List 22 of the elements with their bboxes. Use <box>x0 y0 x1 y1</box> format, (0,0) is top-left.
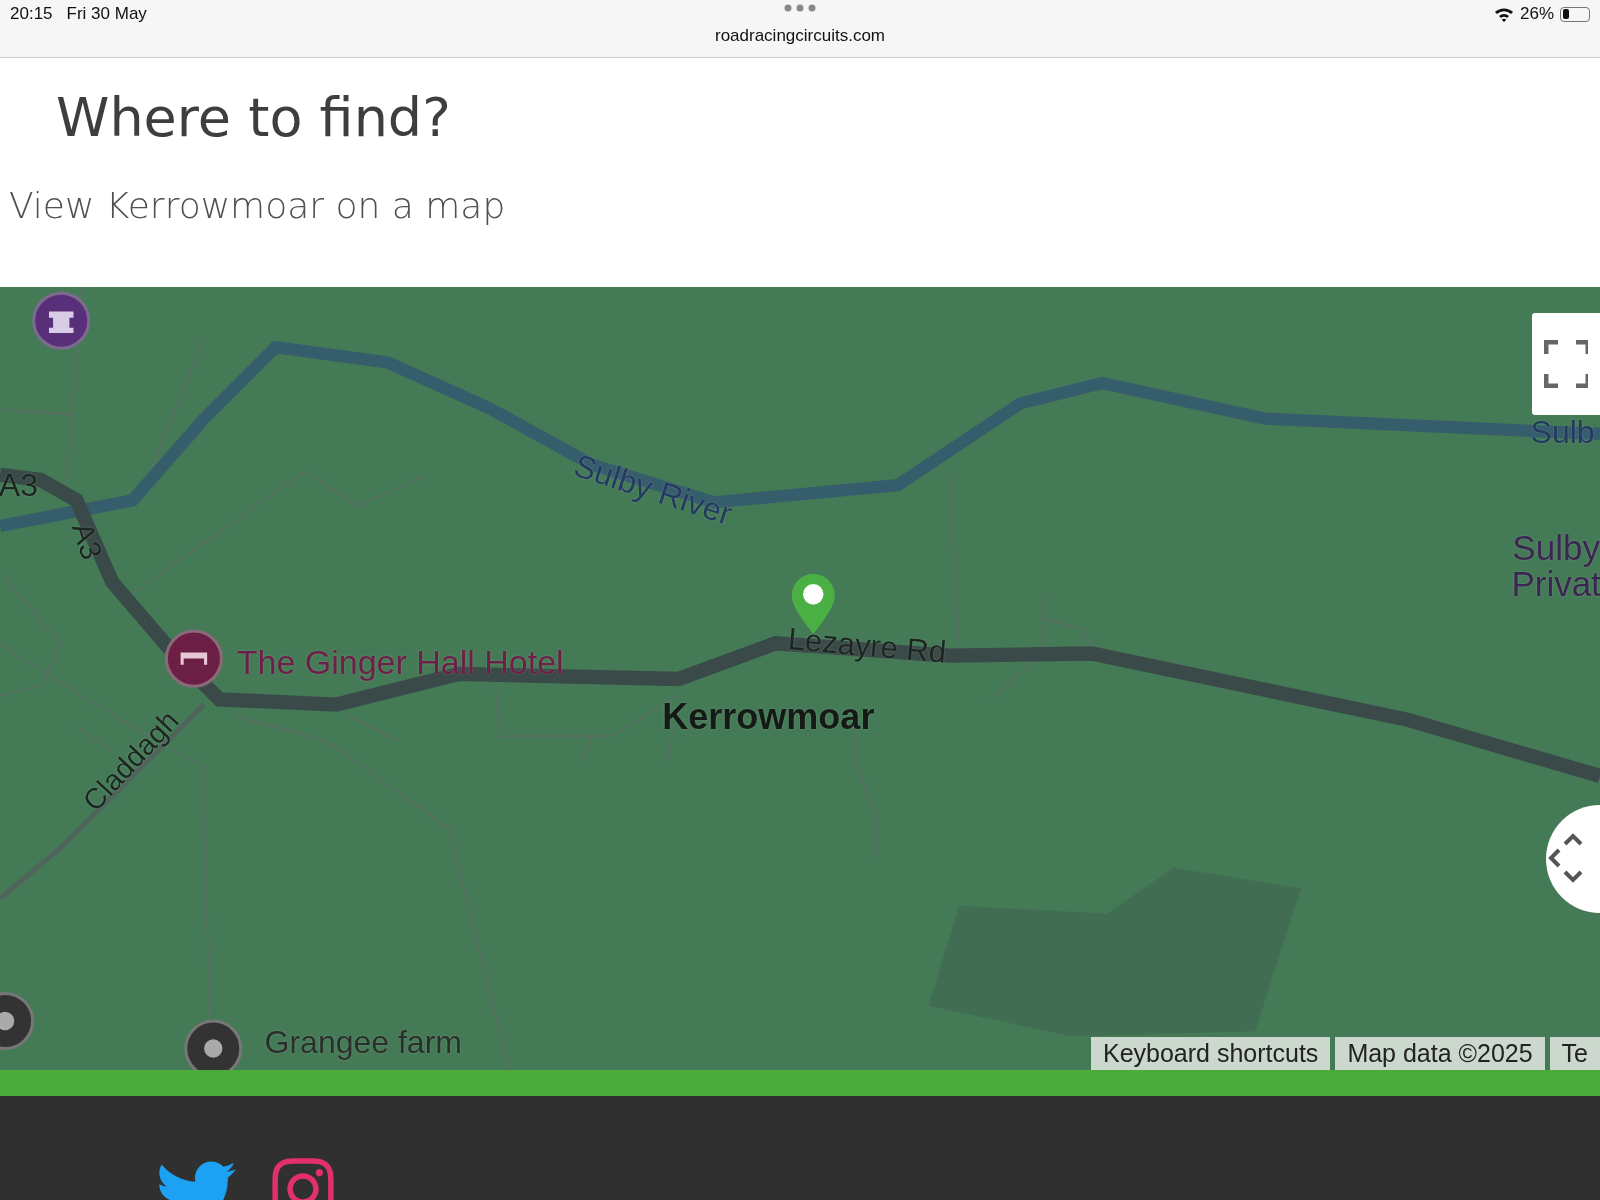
map-label: Sulby <box>1512 528 1600 569</box>
map-label: The Ginger Hall Hotel <box>236 642 564 682</box>
map-attribution-link[interactable]: Te <box>1549 1037 1600 1070</box>
map-label: Kerrowmoar <box>662 695 875 738</box>
map-label: Sulb <box>1530 413 1595 451</box>
map-label: A3 <box>64 518 109 564</box>
status-date: Fri 30 May <box>66 4 147 24</box>
map-attribution-link[interactable]: Keyboard shortcuts <box>1090 1037 1331 1070</box>
wifi-icon <box>1493 6 1514 22</box>
map-label: Sulby River <box>569 447 737 533</box>
status-time: 20:15 <box>10 4 53 24</box>
page-subtitle: View Kerrowmoar on a map <box>9 185 507 226</box>
fullscreen-button[interactable] <box>1532 313 1600 415</box>
battery-icon <box>1560 6 1590 22</box>
page-heading: Where to find? <box>56 86 452 149</box>
battery-percent: 26% <box>1519 4 1554 24</box>
url-text[interactable]: roadracingcircuits.com <box>714 26 886 46</box>
fullscreen-icon <box>1544 340 1588 388</box>
map-label: Grangee farm <box>264 1023 462 1061</box>
map-attribution-link[interactable]: Map data ©2025 <box>1335 1037 1545 1070</box>
more-dots-icon[interactable] <box>784 4 816 12</box>
map-label: Lezayre Rd <box>786 621 948 672</box>
